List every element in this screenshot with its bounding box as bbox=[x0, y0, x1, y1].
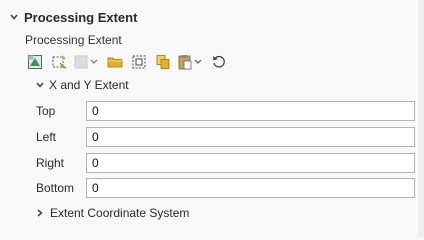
coordinate-system-title: Extent Coordinate System bbox=[50, 206, 190, 220]
extent-toolbar bbox=[24, 51, 230, 73]
left-row: Left bbox=[36, 126, 417, 148]
copy-extent-button[interactable] bbox=[152, 52, 174, 72]
right-field[interactable] bbox=[86, 153, 415, 173]
layer-extent-icon bbox=[28, 55, 42, 69]
bottom-field[interactable] bbox=[86, 178, 415, 198]
draw-extent-button[interactable] bbox=[48, 52, 70, 72]
xy-extent-title: X and Y Extent bbox=[49, 78, 129, 92]
chevron-down-icon bbox=[10, 14, 18, 20]
right-row: Right bbox=[36, 152, 417, 174]
paste-dropdown-icon bbox=[178, 55, 202, 70]
section-header-processing-extent[interactable]: Processing Extent bbox=[10, 8, 137, 26]
color-swatch-dropdown-icon bbox=[74, 55, 98, 69]
xy-extent-group-header[interactable]: X and Y Extent bbox=[36, 77, 129, 93]
color-dropdown-button[interactable] bbox=[72, 52, 102, 72]
draw-extent-icon bbox=[52, 55, 67, 69]
browse-folder-icon bbox=[107, 57, 123, 68]
parameter-label: Processing Extent bbox=[25, 33, 122, 47]
chevron-down-icon bbox=[36, 82, 44, 88]
left-field[interactable] bbox=[86, 127, 415, 147]
section-title: Processing Extent bbox=[24, 9, 138, 25]
browse-button[interactable] bbox=[104, 52, 126, 72]
scrollbar-track[interactable] bbox=[418, 0, 424, 237]
right-label: Right bbox=[36, 156, 65, 170]
reset-button[interactable] bbox=[208, 52, 230, 72]
chevron-right-icon bbox=[37, 209, 43, 217]
copy-extent-icon bbox=[156, 55, 170, 69]
bottom-row: Bottom bbox=[36, 177, 417, 199]
select-extent-icon bbox=[132, 55, 146, 69]
layer-extent-button[interactable] bbox=[24, 52, 46, 72]
coordinate-system-group-header[interactable]: Extent Coordinate System bbox=[36, 205, 189, 221]
top-field[interactable] bbox=[86, 101, 415, 121]
top-row: Top bbox=[36, 100, 417, 122]
left-label: Left bbox=[36, 130, 57, 144]
bottom-label: Bottom bbox=[36, 181, 75, 195]
reset-icon bbox=[213, 55, 225, 68]
paste-dropdown-button[interactable] bbox=[176, 52, 206, 72]
top-label: Top bbox=[36, 104, 56, 118]
select-extent-button[interactable] bbox=[128, 52, 150, 72]
